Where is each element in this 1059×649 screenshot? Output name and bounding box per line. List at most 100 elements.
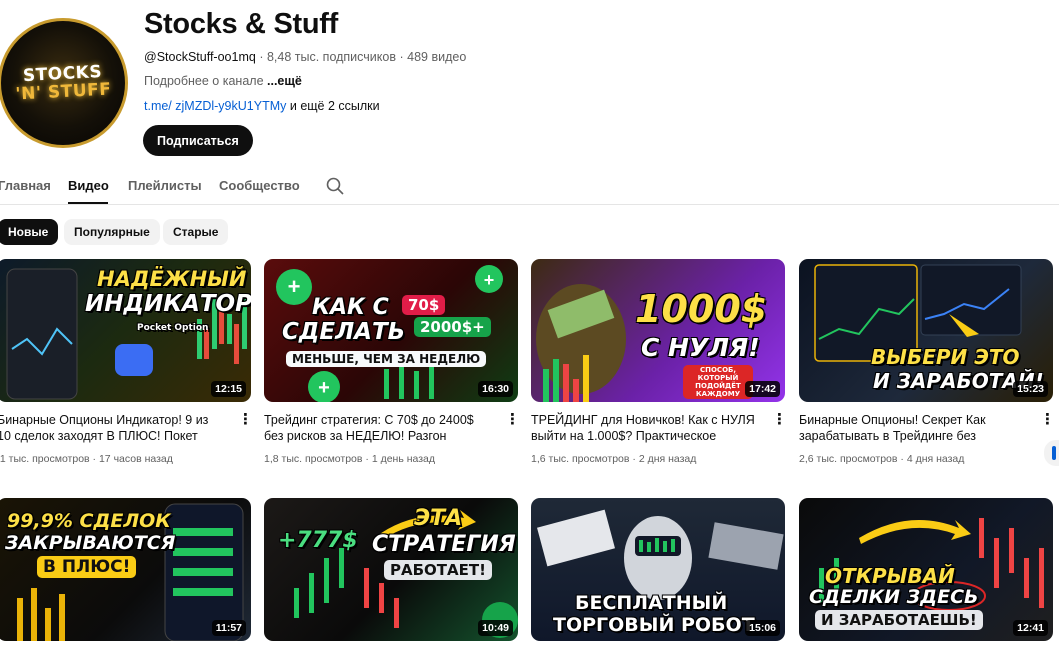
svg-text:+: +: [484, 270, 495, 290]
video-count: 489 видео: [407, 50, 467, 64]
video-card[interactable]: 1000$ С НУЛЯ! СПОСОБ, КОТОРЫЙ ПОДОЙДЁТ К…: [531, 259, 787, 465]
video-thumbnail[interactable]: 99,9% СДЕЛОК ЗАКРЫВАЮТСЯ В ПЛЮС! 11:57: [0, 498, 251, 641]
video-card[interactable]: 99,9% СДЕЛОК ЗАКРЫВАЮТСЯ В ПЛЮС! 11:57: [0, 498, 251, 641]
video-thumbnail[interactable]: +777$ ЭТА СТРАТЕГИЯ РАБОТАЕТ! 10:49: [264, 498, 518, 641]
thumb-caption: ИНДИКАТОР: [85, 291, 251, 317]
view-count: 1,8 тыс. просмотров: [264, 453, 363, 465]
subscriber-count: 8,48 тыс. подписчиков: [266, 50, 396, 64]
thumb-badge: И ЗАРАБОТАЕШЬ!: [815, 610, 983, 630]
video-duration: 12:15: [211, 381, 246, 397]
thumb-caption: +777$: [278, 528, 358, 553]
view-count: 2,6 тыс. просмотров: [799, 453, 898, 465]
thumb-caption: КАК С: [312, 295, 389, 320]
thumb-caption: ВЫБЕРИ ЭТО: [871, 345, 1020, 369]
video-meta: ,1 тыс. просмотров · 17 часов назад: [0, 453, 173, 465]
video-duration: 11:57: [211, 620, 246, 636]
avatar-logo: STOCKS 'N' STUFF: [14, 62, 112, 105]
channel-tabs: Главная Видео Плейлисты Сообщество: [0, 168, 1059, 205]
about-more-link[interactable]: ...ещё: [267, 74, 302, 88]
thumb-caption: 1000$: [635, 287, 768, 331]
view-count: ,1 тыс. просмотров: [0, 453, 90, 465]
subscribe-button[interactable]: Подписаться: [143, 125, 253, 156]
more-options-icon[interactable]: ⋮: [505, 412, 520, 429]
scroll-indicator[interactable]: [1044, 440, 1059, 466]
view-count: 1,6 тыс. просмотров: [531, 453, 630, 465]
video-card[interactable]: +777$ ЭТА СТРАТЕГИЯ РАБОТАЕТ! 10:49: [264, 498, 518, 641]
upload-age: 1 день назад: [371, 453, 436, 465]
upload-age: 2 дня назад: [638, 453, 697, 465]
video-thumbnail[interactable]: БЕСПЛАТНЫЙ ТОРГОВЫЙ РОБОТ 15:06: [531, 498, 785, 641]
thumb-caption: СТРАТЕГИЯ: [372, 532, 516, 557]
thumb-badge: РАБОТАЕТ!: [384, 560, 492, 580]
more-options-icon[interactable]: ⋮: [772, 412, 787, 429]
meta-separator: ·: [92, 453, 97, 465]
about-prefix: Подробнее о канале: [144, 74, 264, 88]
video-duration: 15:23: [1013, 381, 1048, 397]
meta-separator: ·: [632, 453, 636, 465]
svg-text:+: +: [318, 377, 330, 399]
video-thumbnail[interactable]: ОТКРЫВАЙ СДЕЛКИ ЗДЕСЬ И ЗАРАБОТАЕШЬ! 12:…: [799, 498, 1053, 641]
thumb-badge: МЕНЬШЕ, ЧЕМ ЗА НЕДЕЛЮ: [286, 351, 487, 367]
video-duration: 12:41: [1013, 620, 1048, 636]
thumb-caption: ЭТА: [414, 506, 463, 531]
video-title[interactable]: Бинарные Опционы Индикатор! 9 из 10 сдел…: [0, 412, 223, 444]
video-thumbnail[interactable]: НАДЁЖНЫЙ ИНДИКАТОР Pocket Option 12:15: [0, 259, 251, 402]
chip-popular[interactable]: Популярные: [64, 219, 160, 245]
links-more[interactable]: и ещё 2 ссылки: [290, 99, 380, 113]
video-card[interactable]: ВЫБЕРИ ЭТО И ЗАРАБОТАЙ! 15:23 Бинарные О…: [799, 259, 1055, 465]
thumb-badge: 70$: [402, 295, 446, 315]
chip-newest[interactable]: Новые: [0, 219, 59, 245]
video-thumbnail[interactable]: ВЫБЕРИ ЭТО И ЗАРАБОТАЙ! 15:23: [799, 259, 1053, 402]
channel-handle: @StockStuff-oo1mq: [144, 50, 256, 64]
tab-playlists[interactable]: Плейлисты: [128, 178, 202, 193]
channel-avatar[interactable]: STOCKS 'N' STUFF: [0, 18, 128, 148]
video-card[interactable]: + + + КАК С СДЕЛАТЬ 70$ 2000$+ МЕНЬШЕ, Ч…: [264, 259, 520, 465]
thumb-badge: В ПЛЮС!: [37, 556, 137, 578]
channel-title: Stocks & Stuff: [144, 8, 338, 40]
active-tab-indicator: [68, 202, 108, 204]
svg-text:+: +: [288, 274, 301, 299]
thumb-caption: СДЕЛАТЬ: [282, 319, 406, 345]
upload-age: 4 дня назад: [906, 453, 965, 465]
channel-link[interactable]: t.me/ zjMZDl-y9kU1YTMy: [144, 99, 286, 113]
video-meta: 1,8 тыс. просмотров · 1 день назад: [264, 453, 435, 465]
thumb-caption: ЗАКРЫВАЮТСЯ: [5, 532, 176, 554]
video-card[interactable]: НАДЁЖНЫЙ ИНДИКАТОР Pocket Option 12:15 Б…: [0, 259, 253, 465]
tab-home[interactable]: Главная: [0, 178, 51, 193]
video-thumbnail[interactable]: 1000$ С НУЛЯ! СПОСОБ, КОТОРЫЙ ПОДОЙДЁТ К…: [531, 259, 785, 402]
thumb-caption: Pocket Option: [137, 323, 209, 333]
thumb-caption: 99,9% СДЕЛОК: [7, 510, 171, 532]
tab-videos[interactable]: Видео: [68, 178, 109, 193]
meta-separator: ·: [900, 453, 904, 465]
video-duration: 15:06: [745, 620, 780, 636]
video-meta: 1,6 тыс. просмотров · 2 дня назад: [531, 453, 696, 465]
video-title[interactable]: Бинарные Опционы! Секрет Как зарабатыват…: [799, 412, 1025, 444]
channel-about[interactable]: Подробнее о канале ...ещё: [144, 74, 302, 88]
video-thumbnail[interactable]: + + + КАК С СДЕЛАТЬ 70$ 2000$+ МЕНЬШЕ, Ч…: [264, 259, 518, 402]
thumb-caption: ТОРГОВЫЙ РОБОТ: [553, 614, 755, 636]
search-icon[interactable]: [325, 176, 345, 196]
tab-community[interactable]: Сообщество: [219, 178, 300, 193]
channel-meta: @StockStuff-oo1mq · 8,48 тыс. подписчико…: [144, 50, 466, 64]
more-options-icon[interactable]: ⋮: [238, 412, 253, 429]
video-meta: 2,6 тыс. просмотров · 4 дня назад: [799, 453, 964, 465]
thumb-caption: НАДЁЖНЫЙ: [97, 267, 247, 291]
video-title[interactable]: Трейдинг стратегия: С 70$ до 2400$ без р…: [264, 412, 490, 444]
avatar-logo-mid: 'N' STUFF: [15, 79, 112, 105]
meta-separator: ·: [259, 50, 264, 64]
video-duration: 10:49: [478, 620, 513, 636]
video-duration: 17:42: [745, 381, 780, 397]
thumb-badge: СПОСОБ, КОТОРЫЙ ПОДОЙДЁТ КАЖДОМУ: [683, 365, 753, 399]
chip-oldest[interactable]: Старые: [163, 219, 229, 245]
thumb-caption: С НУЛЯ!: [641, 333, 760, 362]
thumb-caption: ОТКРЫВАЙ: [825, 564, 955, 588]
video-title[interactable]: ТРЕЙДИНГ для Новичков! Как с НУЛЯ выйти …: [531, 412, 757, 444]
video-card[interactable]: ОТКРЫВАЙ СДЕЛКИ ЗДЕСЬ И ЗАРАБОТАЕШЬ! 12:…: [799, 498, 1053, 641]
more-options-icon[interactable]: ⋮: [1040, 412, 1055, 429]
meta-separator: ·: [399, 50, 404, 64]
thumb-caption: СДЕЛКИ ЗДЕСЬ: [809, 586, 979, 608]
meta-separator: ·: [365, 453, 369, 465]
channel-links: t.me/ zjMZDl-y9kU1YTMy и ещё 2 ссылки: [144, 99, 380, 113]
upload-age: 17 часов назад: [98, 453, 173, 465]
video-card[interactable]: БЕСПЛАТНЫЙ ТОРГОВЫЙ РОБОТ 15:06: [531, 498, 785, 641]
